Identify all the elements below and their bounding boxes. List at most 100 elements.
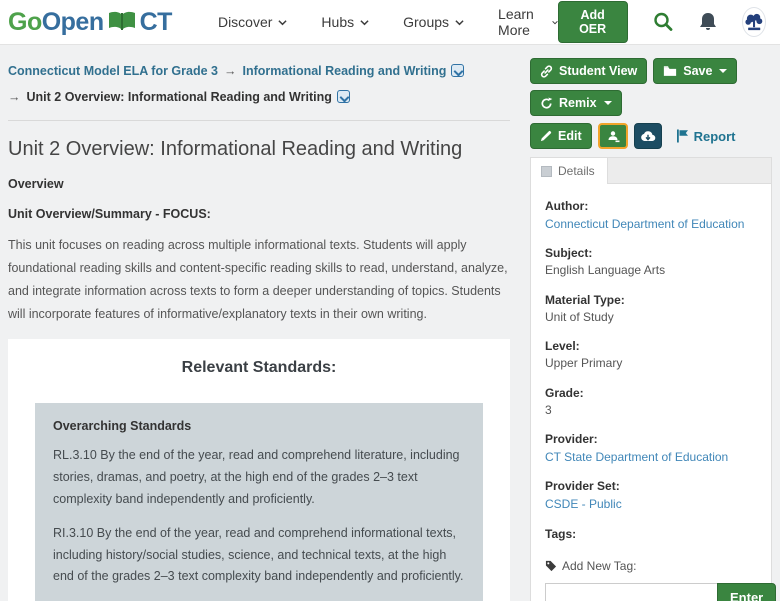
remix-button[interactable]: Remix — [530, 90, 622, 116]
author-link[interactable]: Connecticut Department of Education — [545, 217, 744, 231]
student-view-label: Student View — [559, 64, 638, 78]
content-area: Connecticut Model ELA for Grade 3 → Inform… — [0, 45, 780, 601]
field-grade: Grade: 3 — [545, 384, 757, 419]
relevant-standards-card: Relevant Standards: Overarching Standard… — [8, 339, 510, 601]
field-label: Grade: — [545, 385, 584, 400]
nav-label: Groups — [403, 14, 450, 30]
student-view-button[interactable]: Student View — [530, 58, 648, 84]
field-label: Level: — [545, 339, 580, 354]
nav-label: Discover — [217, 14, 273, 30]
google-classroom-share-button[interactable] — [597, 123, 628, 149]
navbar-right-group: Add OER — [557, 1, 766, 43]
field-label: Material Type: — [545, 292, 625, 307]
field-value: English Language Arts — [545, 263, 666, 278]
caret-down-icon — [719, 69, 728, 73]
tab-details[interactable]: Details — [531, 158, 608, 184]
standard-item: RI.3.10 By the end of the year, read and… — [53, 525, 464, 584]
save-button[interactable]: Save — [653, 58, 738, 84]
field-label: Provider Set: — [545, 479, 620, 494]
cloud-download-icon — [640, 130, 655, 141]
add-new-tag-label-row: Add New Tag: — [545, 559, 757, 573]
add-tag-input[interactable] — [545, 582, 717, 601]
breadcrumb-link-unit[interactable]: Informational Reading and Writing — [242, 64, 446, 78]
details-tab-label: Details — [558, 164, 595, 178]
search-icon — [653, 12, 672, 31]
unit-summary-text: This unit focuses on reading across mult… — [8, 237, 508, 321]
pencil-icon — [540, 131, 552, 142]
provider-set-link[interactable]: CSDE - Public — [545, 497, 622, 511]
nav-item-groups[interactable]: Groups — [403, 6, 464, 38]
download-button[interactable] — [633, 123, 662, 149]
details-tab-icon — [541, 165, 552, 177]
breadcrumb: Connecticut Model ELA for Grade 3 → Inform… — [8, 58, 510, 111]
notifications-button[interactable] — [698, 11, 718, 33]
add-tag-form: Enter — [545, 582, 777, 601]
field-label: Author: — [545, 199, 589, 213]
field-label: Subject: — [545, 246, 593, 261]
breadcrumb-line-1: Connecticut Model ELA for Grade 3 → Inform… — [8, 58, 510, 84]
goopen-ct-logo[interactable]: Go Open CT — [8, 6, 172, 39]
breadcrumb-line-2: → Unit 2 Overview: Informational Reading … — [8, 84, 510, 110]
field-provider-set: Provider Set: CSDE - Public — [545, 477, 757, 513]
chevron-down-icon — [455, 19, 464, 25]
save-label: Save — [683, 64, 713, 78]
field-value: Unit of Study — [545, 309, 614, 324]
focus-heading: Unit Overview/Summary - FOCUS: — [8, 206, 211, 221]
chevron-down-icon — [278, 19, 288, 25]
field-author: Author: Connecticut Department of Educat… — [545, 197, 757, 233]
chevron-down-icon — [360, 19, 369, 25]
field-label: Tags: — [545, 526, 577, 541]
remix-label: Remix — [559, 96, 597, 110]
caret-square-down-icon[interactable] — [451, 64, 465, 77]
edit-button[interactable]: Edit — [530, 123, 592, 149]
classroom-person-icon — [608, 131, 620, 143]
breadcrumb-link-course[interactable]: Connecticut Model ELA for Grade 3 — [8, 64, 218, 78]
field-provider: Provider: CT State Department of Educati… — [545, 430, 757, 466]
details-body: Author: Connecticut Department of Educat… — [531, 184, 777, 601]
provider-link[interactable]: CT State Department of Education — [545, 450, 728, 464]
top-navbar: Go Open CT Discover Hubs Groups Learn More… — [0, 0, 780, 45]
breadcrumb-arrow: → — [223, 64, 237, 78]
breadcrumb-arrow: → — [8, 90, 21, 105]
field-subject: Subject: English Language Arts — [545, 244, 757, 279]
field-material-type: Material Type: Unit of Study — [545, 291, 757, 326]
standard-item: RL.3.10 By the end of the year, read and… — [53, 448, 460, 506]
tag-icon — [545, 560, 557, 571]
resource-main-column: Connecticut Model ELA for Grade 3 → Inform… — [8, 58, 510, 601]
logo-go-text: Go — [8, 7, 42, 36]
overarching-standards-title: Overarching Standards — [53, 419, 192, 433]
field-value: 3 — [545, 402, 552, 417]
logo-ct-text: CT — [139, 7, 173, 36]
tree-logo-icon — [745, 13, 762, 31]
link-icon — [540, 64, 553, 78]
user-avatar-csde-logo[interactable] — [741, 7, 766, 37]
bell-icon — [699, 13, 716, 30]
details-tabbar: Details — [531, 158, 771, 184]
report-label: Report — [693, 128, 736, 144]
add-oer-button[interactable]: Add OER — [557, 1, 628, 43]
report-link[interactable]: Report — [676, 129, 736, 144]
field-level: Level: Upper Primary — [545, 337, 757, 372]
nav-item-learn-more[interactable]: Learn More — [498, 6, 558, 38]
nav-label: Learn More — [498, 6, 534, 38]
caret-square-down-icon[interactable] — [336, 90, 350, 104]
edit-label: Edit — [558, 129, 582, 143]
page-title: Unit 2 Overview: Informational Reading a… — [8, 137, 463, 160]
field-label: Provider: — [545, 431, 598, 446]
resource-sidebar: Student View Save Remix Edit Report Deta… — [530, 58, 777, 601]
breadcrumb-current-page: Unit 2 Overview: Informational Reading a… — [26, 90, 332, 105]
nav-item-hubs[interactable]: Hubs — [321, 6, 369, 38]
field-value: Upper Primary — [545, 356, 623, 371]
overarching-standards-box: Overarching Standards RL.3.10 By the end… — [35, 403, 483, 601]
flag-icon — [676, 129, 688, 143]
main-nav: Discover Hubs Groups Learn More — [218, 6, 558, 38]
open-book-icon — [104, 6, 138, 39]
undo-arrow-icon — [541, 96, 553, 109]
action-buttons-row-2: Edit Report — [530, 123, 772, 149]
search-button[interactable] — [652, 11, 674, 33]
overview-heading: Overview — [8, 176, 64, 191]
details-panel: Details Author: Connecticut Department o… — [530, 157, 777, 601]
add-new-tag-label: Add New Tag: — [562, 558, 637, 573]
nav-item-discover[interactable]: Discover — [217, 6, 288, 38]
enter-tag-button[interactable]: Enter — [717, 582, 777, 601]
